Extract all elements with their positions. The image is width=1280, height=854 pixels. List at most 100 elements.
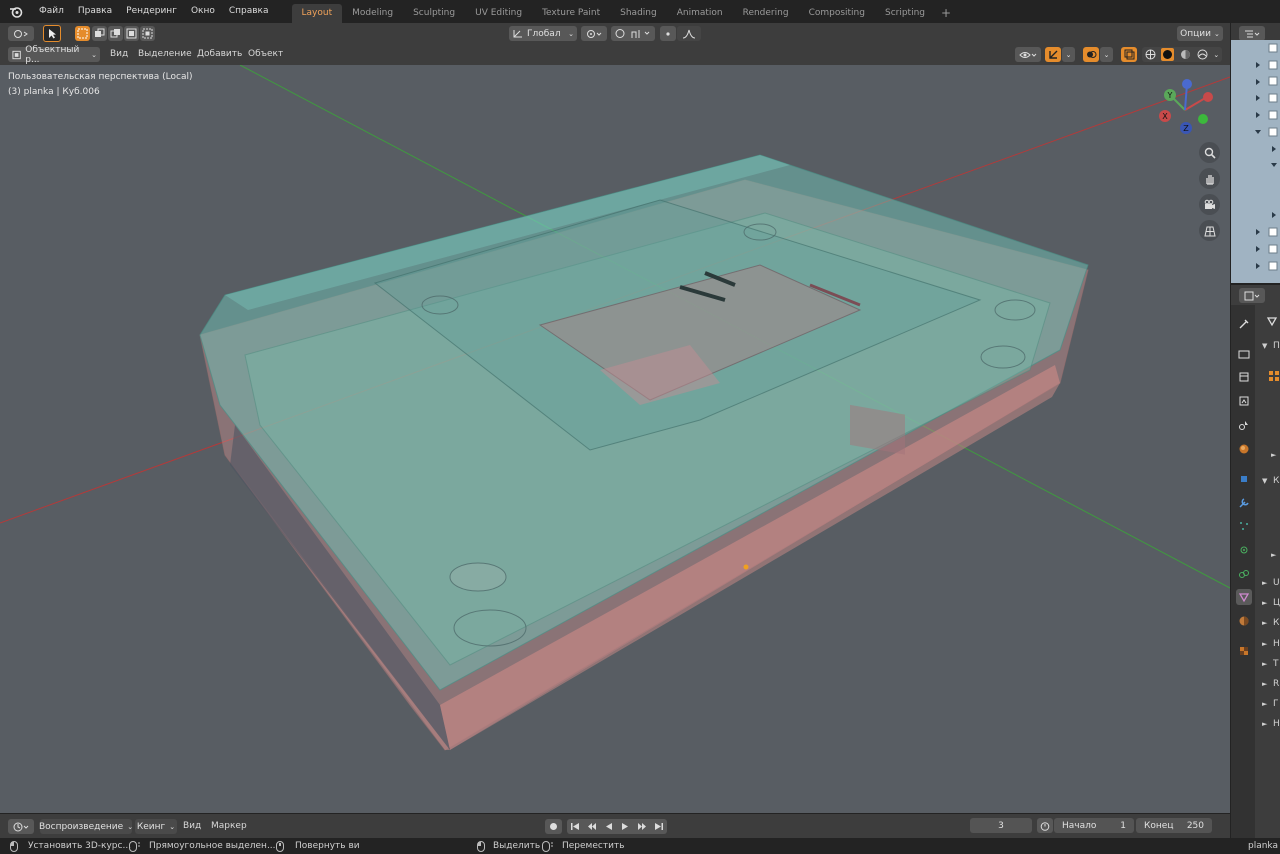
material-tab-icon[interactable] xyxy=(1236,613,1252,629)
expand-arrow-icon[interactable] xyxy=(1256,79,1260,85)
row-checkbox[interactable] xyxy=(1268,244,1278,254)
outliner-editor-type-dropdown[interactable] xyxy=(1239,26,1265,41)
mesh-data-icon[interactable] xyxy=(1264,313,1280,329)
panel-title[interactable]: Г xyxy=(1273,699,1279,709)
rendered-shading-icon[interactable] xyxy=(1197,49,1208,60)
add-workspace-button[interactable]: + xyxy=(935,4,957,23)
row-checkbox[interactable] xyxy=(1268,60,1278,70)
gizmo-neg-x[interactable] xyxy=(1203,92,1213,102)
tab-texture-paint[interactable]: Texture Paint xyxy=(532,4,610,23)
solid-shading-icon[interactable] xyxy=(1161,48,1175,61)
panel-collapsed-arrow[interactable]: ► xyxy=(1262,720,1267,728)
output-tab-icon[interactable] xyxy=(1236,369,1252,385)
scene-tab-icon[interactable] xyxy=(1236,417,1252,433)
expand-arrow-icon[interactable] xyxy=(1272,146,1276,152)
row-checkbox[interactable] xyxy=(1268,127,1278,137)
chevron-down-icon[interactable]: ⌄ xyxy=(1213,51,1219,59)
start-frame-field[interactable]: Начало 1 xyxy=(1054,818,1134,833)
select-mode-invert-button[interactable] xyxy=(124,26,139,41)
pan-button[interactable] xyxy=(1199,168,1220,189)
panel-collapsed-arrow[interactable]: ► xyxy=(1262,700,1267,708)
timeline-menu-view[interactable]: Вид xyxy=(183,816,201,837)
play-icon[interactable] xyxy=(620,822,630,831)
gizmo-dropdown[interactable]: ⌄ xyxy=(1062,47,1075,62)
panel-title[interactable]: К xyxy=(1273,618,1279,628)
current-frame-field[interactable]: 3 xyxy=(970,818,1032,833)
expand-arrow-icon[interactable] xyxy=(1256,246,1260,252)
list-expand-arrow[interactable]: ► xyxy=(1271,451,1276,459)
texture-tab-icon[interactable] xyxy=(1236,643,1252,659)
row-checkbox[interactable] xyxy=(1268,76,1278,86)
panel-collapsed-arrow[interactable]: ► xyxy=(1262,599,1267,607)
collapse-arrow-icon[interactable] xyxy=(1271,163,1277,167)
visibility-dropdown[interactable] xyxy=(1015,47,1041,62)
physics-tab-icon[interactable] xyxy=(1236,542,1252,558)
menu-edit[interactable]: Правка xyxy=(71,0,119,23)
row-checkbox[interactable] xyxy=(1268,261,1278,271)
modifier-tab-icon[interactable] xyxy=(1236,495,1252,511)
jump-end-icon[interactable] xyxy=(654,822,664,831)
constraints-tab-icon[interactable] xyxy=(1236,566,1252,582)
3d-viewport[interactable]: Пользовательская перспектива (Local) (3)… xyxy=(0,65,1230,813)
properties-editor-type-dropdown[interactable] xyxy=(1239,288,1265,303)
data-tab-icon[interactable] xyxy=(1236,589,1252,605)
row-checkbox[interactable] xyxy=(1268,93,1278,103)
expand-arrow-icon[interactable] xyxy=(1256,229,1260,235)
timeline-menu-marker[interactable]: Маркер xyxy=(211,816,247,837)
list-expand-arrow[interactable]: ► xyxy=(1271,551,1276,559)
render-tab-icon[interactable] xyxy=(1236,346,1252,362)
panel-collapsed-arrow[interactable]: ► xyxy=(1262,579,1267,587)
panel-title[interactable]: U xyxy=(1273,578,1280,588)
panel-collapsed-arrow[interactable]: ► xyxy=(1262,660,1267,668)
pivot-point-dropdown[interactable] xyxy=(581,26,607,41)
expand-arrow-icon[interactable] xyxy=(1256,95,1260,101)
panel-collapsed-arrow[interactable]: ► xyxy=(1262,640,1267,648)
select-mode-new-button[interactable] xyxy=(75,26,90,41)
origin-point[interactable] xyxy=(743,564,749,570)
tab-layout[interactable]: Layout xyxy=(291,4,343,23)
timeline-editor-type-dropdown[interactable] xyxy=(8,819,34,834)
particles-tab-icon[interactable] xyxy=(1236,518,1252,534)
object-tab-icon[interactable] xyxy=(1236,471,1252,487)
select-mode-intersect-button[interactable] xyxy=(140,26,155,41)
menu-window[interactable]: Окно xyxy=(184,0,222,23)
xray-toggle[interactable] xyxy=(1121,47,1137,62)
material-shading-icon[interactable] xyxy=(1180,49,1191,60)
expand-arrow-icon[interactable] xyxy=(1256,112,1260,118)
projection-toggle-button[interactable] xyxy=(1199,220,1220,241)
gizmo-toggle[interactable] xyxy=(1045,47,1061,62)
row-checkbox[interactable] xyxy=(1268,110,1278,120)
playback-dropdown[interactable]: Воспроизведение ⌄ xyxy=(39,819,133,834)
interaction-mode-dropdown[interactable]: Объектный р... ⌄ xyxy=(8,45,100,65)
tool-tab-icon[interactable] xyxy=(1236,316,1252,332)
menu-file[interactable]: Файл xyxy=(32,0,71,23)
menu-object[interactable]: Объект xyxy=(248,44,283,65)
gizmo-pos-z[interactable] xyxy=(1182,79,1192,89)
menu-render[interactable]: Рендеринг xyxy=(119,0,184,23)
collapse-arrow-icon[interactable] xyxy=(1255,130,1261,134)
tab-rendering[interactable]: Rendering xyxy=(733,4,799,23)
panel-title[interactable]: Т xyxy=(1273,659,1279,669)
play-reverse-icon[interactable] xyxy=(604,822,614,831)
panel-expand-arrow[interactable]: ▼ xyxy=(1262,342,1267,350)
record-button[interactable] xyxy=(545,819,562,834)
expand-arrow-icon[interactable] xyxy=(1256,62,1260,68)
wireframe-shading-icon[interactable] xyxy=(1145,49,1156,60)
panel-title[interactable]: Н xyxy=(1273,719,1280,729)
tab-shading[interactable]: Shading xyxy=(610,4,667,23)
select-tool-button[interactable] xyxy=(43,25,61,42)
zoom-button[interactable] xyxy=(1199,142,1220,163)
end-frame-field[interactable]: Конец 250 xyxy=(1136,818,1212,833)
panel-expand-arrow[interactable]: ▼ xyxy=(1262,477,1267,485)
select-mode-extend-button[interactable] xyxy=(92,26,107,41)
proportional-falloff-dropdown[interactable] xyxy=(677,26,701,41)
tab-uv-editing[interactable]: UV Editing xyxy=(465,4,532,23)
overlays-toggle[interactable] xyxy=(1083,47,1099,62)
menu-select[interactable]: Выделение xyxy=(138,44,192,65)
gizmo-neg-y[interactable] xyxy=(1198,114,1208,124)
use-preview-range-toggle[interactable] xyxy=(1037,818,1053,833)
tab-sculpting[interactable]: Sculpting xyxy=(403,4,465,23)
world-tab-icon[interactable] xyxy=(1236,441,1252,457)
panel-title[interactable]: Ц xyxy=(1273,598,1280,608)
keying-dropdown[interactable]: Кеинг ⌄ xyxy=(135,819,177,834)
